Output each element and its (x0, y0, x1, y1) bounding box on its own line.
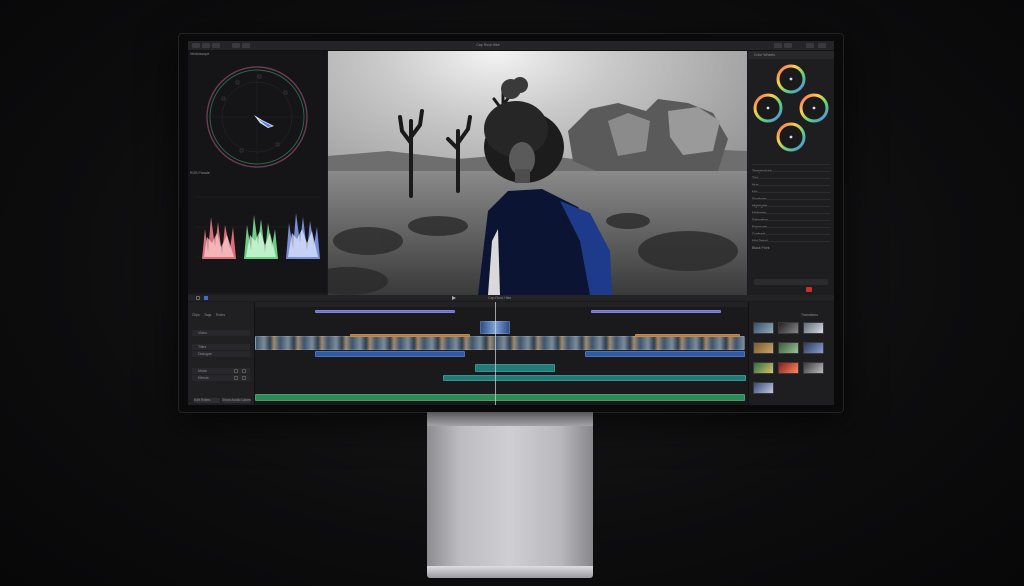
play-icon[interactable] (452, 296, 456, 300)
timeline: Clips Tags Roles Video Titles Dialogue M… (188, 302, 748, 405)
title-clip[interactable] (591, 310, 721, 313)
inspector-header: Color Wheels (748, 51, 834, 59)
inspector-row[interactable]: Black Point (752, 236, 830, 250)
tab-tags[interactable]: Tags (204, 313, 211, 317)
role-row[interactable]: Titles (192, 344, 250, 350)
midtones-wheel[interactable] (776, 122, 806, 152)
color-inspector: Color Wheels Temperature Tint Hue Mix Sh… (748, 51, 834, 295)
inspector-row[interactable]: Contrast (752, 222, 830, 236)
dialogue-audio-clip[interactable] (315, 351, 465, 357)
rgb-parade-waveform (196, 196, 322, 259)
role-label: Video (198, 331, 207, 335)
inspector-row[interactable]: Highlights (752, 194, 830, 208)
role-row[interactable]: Dialogue (192, 351, 250, 357)
role-label: Effects (198, 376, 209, 380)
master-wheel[interactable] (776, 64, 806, 94)
checkbox[interactable] (234, 376, 238, 380)
record-indicator (806, 287, 812, 292)
color-wheels[interactable] (748, 59, 834, 155)
inspector-title: Color Wheels (754, 53, 776, 57)
checkbox[interactable] (242, 376, 246, 380)
display-stand (427, 412, 593, 570)
shadows-wheel[interactable] (753, 93, 783, 123)
inspector-toggle-button[interactable] (774, 43, 782, 48)
role-label: Titles (198, 345, 207, 349)
playhead[interactable] (495, 302, 496, 405)
row-label: Black Point (752, 246, 770, 250)
inspector-row[interactable]: Mid Detail (752, 229, 830, 243)
transition-thumb[interactable] (803, 362, 824, 374)
video-scopes-panel: Vectorscope RGB Parade (188, 51, 327, 293)
titles-button[interactable] (212, 43, 220, 48)
blade-tool-button[interactable] (204, 296, 208, 300)
checkbox[interactable] (234, 369, 238, 373)
vectorscope (205, 65, 309, 169)
checkbox[interactable] (242, 369, 246, 373)
share-button[interactable] (784, 43, 792, 48)
timeline-ruler[interactable] (255, 302, 748, 307)
role-row[interactable]: Video (192, 330, 250, 336)
transition-thumb[interactable] (753, 382, 774, 394)
transition-thumb[interactable] (803, 322, 824, 334)
highlights-wheel[interactable] (799, 93, 829, 123)
stand-base (427, 566, 593, 578)
tab-roles[interactable]: Roles (216, 313, 225, 317)
viewer-frame (328, 51, 747, 295)
tab-clips[interactable]: Clips (192, 313, 200, 317)
waveform-label: RGB Parade (190, 171, 210, 175)
transition-thumb[interactable] (753, 322, 774, 334)
title-clip[interactable] (315, 310, 455, 313)
project-title: Cap Rock Hike (476, 43, 500, 47)
clip-label[interactable] (635, 334, 740, 337)
inspector-row[interactable]: Shadows (752, 187, 830, 201)
inspector-row[interactable]: Temperature (752, 159, 830, 173)
role-row[interactable]: Music (192, 368, 250, 374)
inspector-row[interactable]: Hue (752, 173, 830, 187)
inspector-row[interactable]: Exposure (752, 215, 830, 229)
transition-thumb[interactable] (778, 342, 799, 354)
role-label: Music (198, 369, 208, 373)
transition-thumb[interactable] (778, 362, 799, 374)
transition-thumb[interactable] (778, 322, 799, 334)
role-row[interactable]: Effects (192, 375, 250, 381)
photos-button[interactable] (202, 43, 210, 48)
timeline-tracks (255, 302, 748, 405)
soundtrack-clip[interactable] (255, 394, 745, 401)
timeline-index: Clips Tags Roles Video Titles Dialogue M… (188, 302, 255, 405)
inspector-row[interactable]: Tint (752, 166, 830, 180)
transition-thumb[interactable] (803, 342, 824, 354)
studio-display: Cap Rock Hike Vectorscope RGB Parade Col… (179, 34, 843, 412)
effects-dropdown[interactable] (754, 279, 828, 285)
window-control-button[interactable] (806, 43, 814, 48)
show-audio-lanes-button[interactable]: Show Audio Lanes (222, 398, 251, 403)
playhead-label: Cap Rock Hike (488, 296, 512, 300)
role-label: Dialogue (198, 352, 212, 356)
inspector-row[interactable]: Mix (752, 180, 830, 194)
edit-roles-button[interactable]: Edit Roles (194, 398, 220, 403)
vectorscope-label: Vectorscope (190, 52, 210, 56)
inspector-row[interactable]: Midtones (752, 201, 830, 215)
library-button[interactable] (192, 43, 200, 48)
music-clip[interactable] (443, 375, 746, 381)
inspector-row[interactable]: Saturation (752, 208, 830, 222)
transition-thumb[interactable] (753, 362, 774, 374)
tool-select-button[interactable] (196, 296, 200, 300)
import-button[interactable] (232, 43, 240, 48)
music-clip[interactable] (475, 364, 555, 372)
dialogue-audio-clip[interactable] (585, 351, 745, 357)
transitions-browser: Transitions (748, 302, 834, 405)
keyword-button[interactable] (242, 43, 250, 48)
transition-thumb[interactable] (753, 342, 774, 354)
layout-button[interactable] (818, 43, 826, 48)
clip-label[interactable] (350, 334, 470, 337)
final-cut-pro-window: Cap Rock Hike Vectorscope RGB Parade Col… (188, 41, 834, 405)
primary-storyline[interactable] (255, 336, 745, 350)
timeline-toolbar: Cap Rock Hike (188, 295, 834, 301)
toolbar: Cap Rock Hike (188, 41, 834, 51)
viewer[interactable] (328, 51, 747, 295)
browser-title: Transitions (801, 313, 818, 317)
